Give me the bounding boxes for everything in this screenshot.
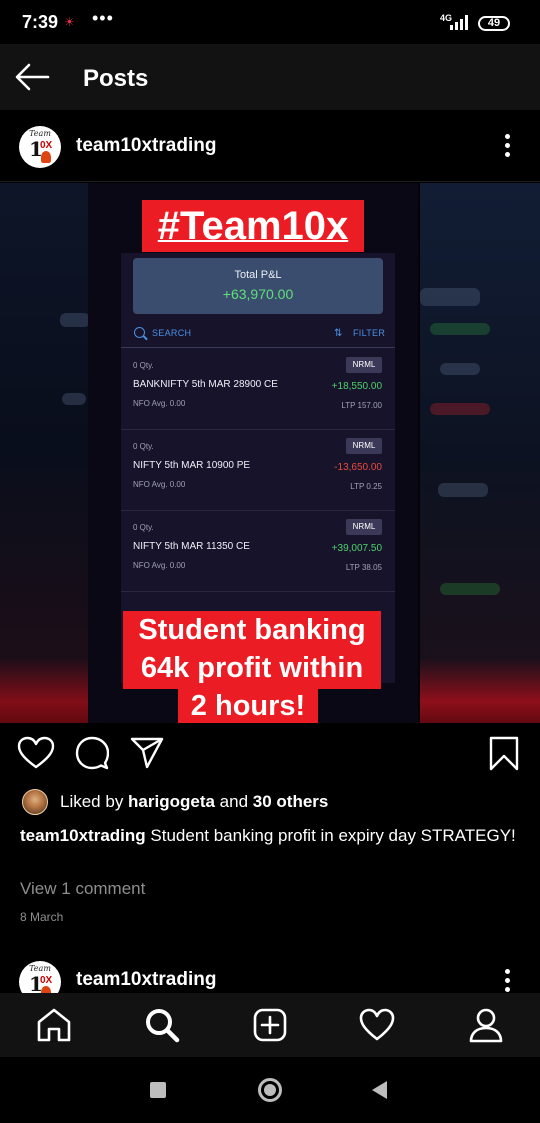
search-filter-row: SEARCH ⇅ FILTER xyxy=(121,323,395,348)
caption-text: Student banking profit in expiry day STR… xyxy=(145,826,516,845)
position-pnl: +39,007.50 xyxy=(331,543,382,554)
signal-icon xyxy=(450,15,468,30)
post-date: 8 March xyxy=(20,910,64,924)
view-comments-link[interactable]: View 1 comment xyxy=(20,879,145,899)
position-pnl: -13,650.00 xyxy=(334,462,382,473)
activity-heart-icon[interactable] xyxy=(359,1007,395,1043)
more-notifications-icon: ••• xyxy=(92,8,114,28)
system-navigation-bar xyxy=(0,1057,540,1123)
likes-row[interactable]: Liked by harigogeta and 30 others xyxy=(0,785,540,819)
likes-prefix: Liked by xyxy=(60,792,129,811)
likes-text[interactable]: Liked by harigogeta and 30 others xyxy=(60,792,328,812)
position-instrument: BANKNIFTY 5th MAR 28900 CE xyxy=(133,379,278,390)
image-blur-right xyxy=(420,183,540,723)
avatar-logo-figure xyxy=(41,151,51,163)
next-post-header: Team 1 0X team10xtrading xyxy=(0,945,540,993)
total-pnl-card: Total P&L +63,970.00 xyxy=(133,258,383,314)
system-home-icon[interactable] xyxy=(258,1078,282,1102)
position-row: 0 Qty. NRML NIFTY 5th MAR 11350 CE +39,0… xyxy=(121,511,395,592)
send-icon[interactable] xyxy=(130,737,164,769)
profile-icon[interactable] xyxy=(468,1007,504,1043)
bottom-navigation xyxy=(0,993,540,1057)
blur-shape xyxy=(60,313,90,327)
position-product-badge: NRML xyxy=(346,438,382,454)
blur-shape xyxy=(440,583,500,595)
position-ltp: LTP 157.00 xyxy=(341,401,382,410)
recents-icon[interactable] xyxy=(150,1082,166,1098)
position-ltp: LTP 0.25 xyxy=(350,482,382,491)
position-qty: 0 Qty. xyxy=(133,442,154,451)
search-icon[interactable] xyxy=(144,1007,180,1043)
position-pnl: +18,550.00 xyxy=(331,381,382,392)
filter-label: FILTER xyxy=(353,328,386,338)
position-row: 0 Qty. NRML BANKNIFTY 5th MAR 28900 CE +… xyxy=(121,349,395,430)
position-exchange-avg: NFO Avg. 0.00 xyxy=(133,480,186,489)
post-actions xyxy=(0,723,540,783)
blur-shape xyxy=(438,483,488,497)
top-app-bar: Posts xyxy=(0,44,540,110)
more-vertical-icon[interactable] xyxy=(500,969,514,993)
position-qty: 0 Qty. xyxy=(133,361,154,370)
filter-icon: ⇅ xyxy=(334,328,343,339)
likes-others[interactable]: 30 others xyxy=(253,792,329,811)
image-hashtag-banner: #Team10x xyxy=(142,200,364,252)
blur-shape xyxy=(440,363,480,375)
search-label: SEARCH xyxy=(152,328,192,338)
post-header: Team 1 0X team10xtrading xyxy=(0,110,540,182)
heart-icon[interactable] xyxy=(17,736,55,770)
page-title: Posts xyxy=(83,65,149,92)
avatar-logo-mark: 0X xyxy=(40,140,53,151)
position-instrument: NIFTY 5th MAR 11350 CE xyxy=(133,541,250,552)
status-bar: 7:39 ☀ ••• 4G 49 xyxy=(0,0,540,44)
position-product-badge: NRML xyxy=(346,519,382,535)
likes-middle: and xyxy=(214,792,253,811)
image-caption-line: Student banking xyxy=(123,611,381,651)
image-caption-line: 2 hours! xyxy=(178,687,318,723)
position-exchange-avg: NFO Avg. 0.00 xyxy=(133,561,186,570)
liker-avatar[interactable] xyxy=(22,789,48,815)
total-pnl-value: +63,970.00 xyxy=(222,286,294,302)
status-time: 7:39 xyxy=(22,12,59,32)
image-caption-line: 64k profit within xyxy=(123,649,381,689)
system-back-icon[interactable] xyxy=(372,1081,387,1099)
avatar[interactable]: Team 1 0X xyxy=(19,961,61,993)
post-username[interactable]: team10xtrading xyxy=(76,969,216,991)
position-qty: 0 Qty. xyxy=(133,523,154,532)
blur-shape xyxy=(430,323,490,335)
position-ltp: LTP 38.05 xyxy=(345,563,382,572)
bookmark-icon[interactable] xyxy=(489,736,519,771)
position-product-badge: NRML xyxy=(346,357,382,373)
likes-user[interactable]: harigogeta xyxy=(128,792,215,811)
post-username[interactable]: team10xtrading xyxy=(76,135,216,157)
blur-shape xyxy=(420,288,480,306)
avatar-logo-mark: 0X xyxy=(40,975,53,986)
image-hashtag-text: #Team10x xyxy=(157,204,349,248)
search-icon xyxy=(134,327,145,338)
total-pnl-label: Total P&L xyxy=(234,269,282,281)
post-image[interactable]: #Team10x Total P&L +63,970.00 SEARCH ⇅ F… xyxy=(0,183,540,723)
notification-icon: ☀ xyxy=(64,15,75,29)
avatar-logo-figure xyxy=(41,986,51,993)
caption-username[interactable]: team10xtrading xyxy=(20,826,146,845)
add-post-icon[interactable] xyxy=(252,1007,288,1043)
position-instrument: NIFTY 5th MAR 10900 PE xyxy=(133,460,251,471)
home-icon[interactable] xyxy=(36,1007,72,1043)
battery-icon: 49 xyxy=(478,16,510,31)
comment-icon[interactable] xyxy=(75,736,109,770)
position-row: 0 Qty. NRML NIFTY 5th MAR 10900 PE -13,6… xyxy=(121,430,395,511)
post-caption: team10xtrading Student banking profit in… xyxy=(20,822,520,849)
more-vertical-icon[interactable] xyxy=(500,134,514,160)
back-arrow-icon[interactable] xyxy=(14,62,50,92)
position-exchange-avg: NFO Avg. 0.00 xyxy=(133,399,186,408)
avatar[interactable]: Team 1 0X xyxy=(19,126,61,168)
blur-shape xyxy=(430,403,490,415)
blur-shape xyxy=(62,393,86,405)
